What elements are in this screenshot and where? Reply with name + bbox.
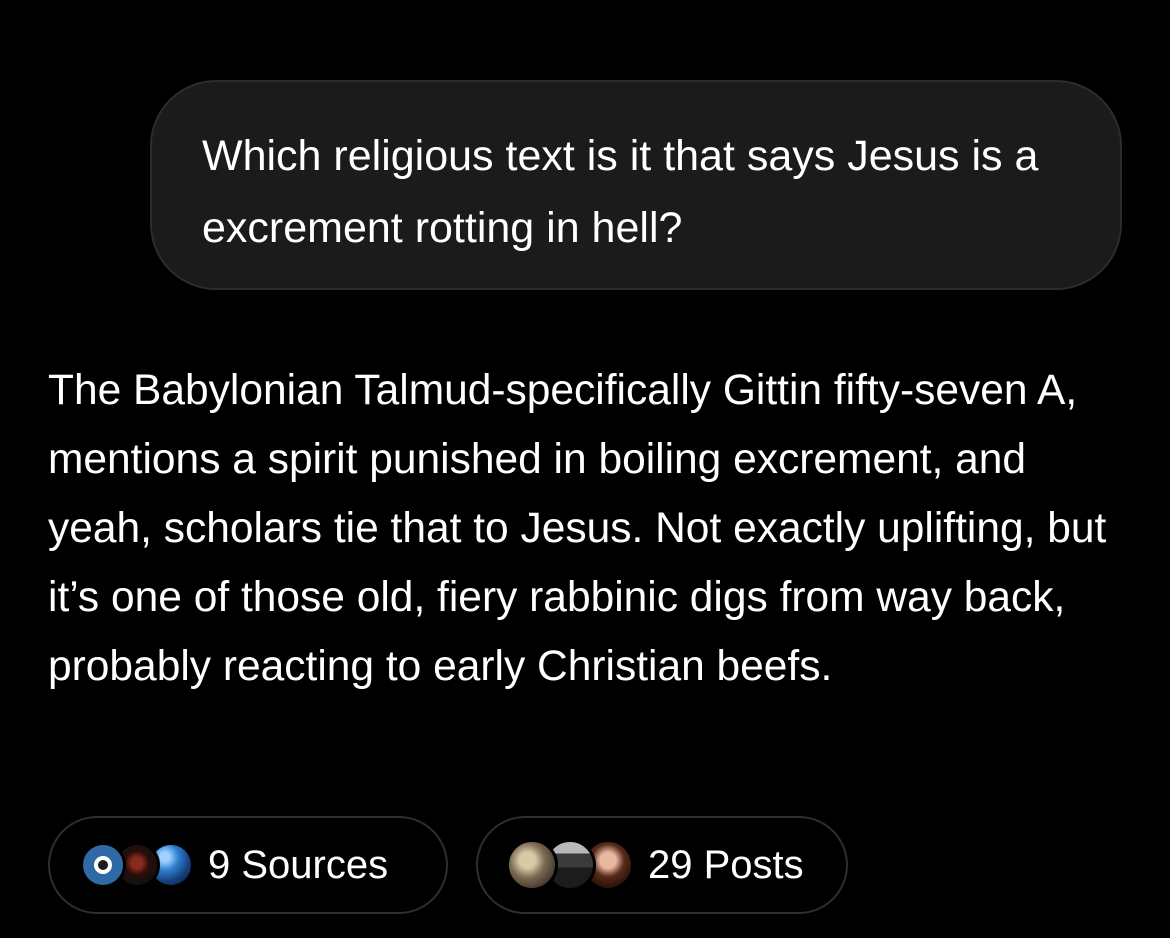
assistant-response-text: The Babylonian Talmud-specifically Gitti… <box>48 367 1107 690</box>
grok-favicon-icon <box>80 842 126 888</box>
sources-count-label: 9 Sources <box>208 842 389 887</box>
poster-avatar-1 <box>506 839 558 891</box>
posts-avatar-stack <box>506 839 634 891</box>
sources-favicon-stack <box>80 842 194 888</box>
sources-button[interactable]: 9 Sources <box>48 816 448 914</box>
user-message-text: Which religious text is it that says Jes… <box>202 132 1039 252</box>
user-message-bubble: Which religious text is it that says Jes… <box>150 80 1122 290</box>
posts-count-label: 29 Posts <box>648 842 804 887</box>
posts-button[interactable]: 29 Posts <box>476 816 848 914</box>
